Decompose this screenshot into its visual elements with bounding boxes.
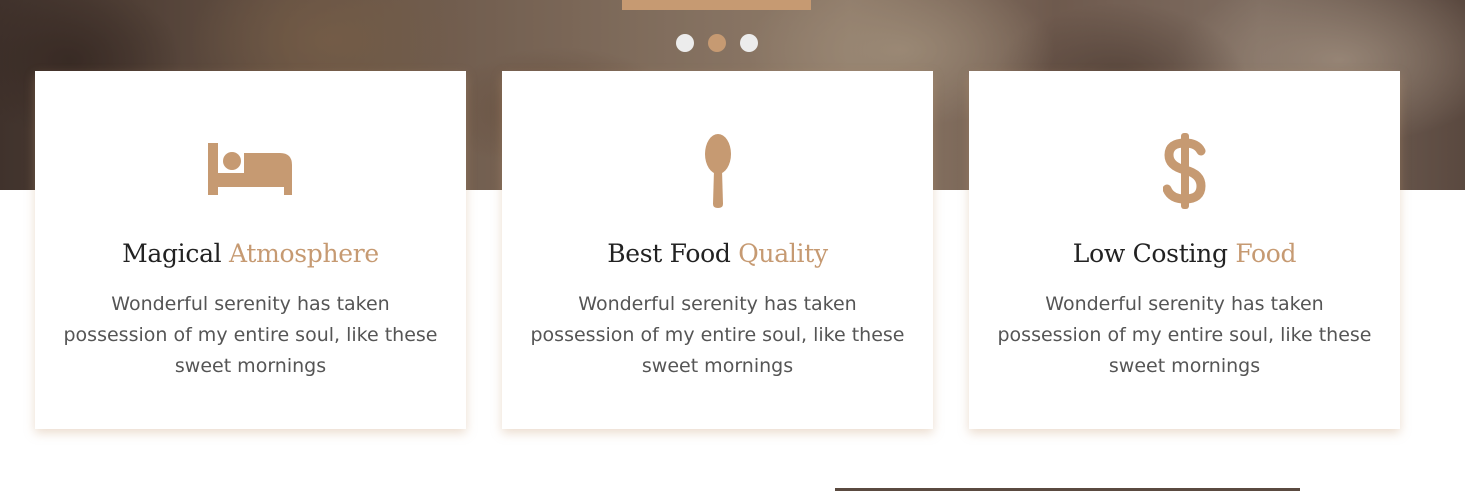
feature-card-low-cost: Low Costing Food Wonderful serenity has … xyxy=(969,71,1400,429)
feature-card-atmosphere: Magical Atmosphere Wonderful serenity ha… xyxy=(35,71,466,429)
hero-cta-button[interactable] xyxy=(622,0,811,10)
bed-icon xyxy=(35,131,466,211)
spoon-icon xyxy=(502,131,933,211)
slider-dot-3[interactable] xyxy=(740,34,758,52)
feature-description: Wonderful serenity has taken possession … xyxy=(63,293,438,377)
feature-description: Wonderful serenity has taken possession … xyxy=(997,293,1372,377)
dollar-icon xyxy=(969,131,1400,211)
page: Magical Atmosphere Wonderful serenity ha… xyxy=(0,0,1465,491)
slider-dot-1[interactable] xyxy=(676,34,694,52)
slider-dot-2[interactable] xyxy=(708,34,726,52)
feature-description: Wonderful serenity has taken possession … xyxy=(530,293,905,377)
feature-title: Low Costing Food xyxy=(1072,239,1297,268)
feature-card-food-quality: Best Food Quality Wonderful serenity has… xyxy=(502,71,933,429)
feature-title: Best Food Quality xyxy=(607,239,828,268)
slider-dots xyxy=(676,34,758,52)
feature-title: Magical Atmosphere xyxy=(122,239,379,268)
